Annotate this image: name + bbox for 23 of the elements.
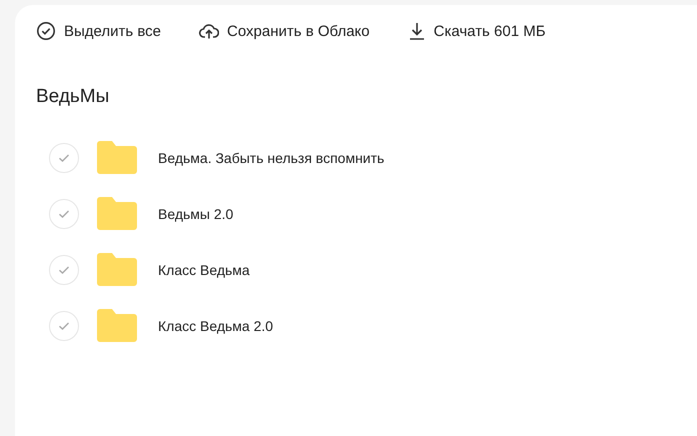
folder-name[interactable]: Класс Ведьма: [158, 262, 250, 278]
folder-name[interactable]: Ведьма. Забыть нельзя вспомнить: [158, 150, 384, 166]
folder-icon: [97, 141, 137, 174]
check-icon: [58, 320, 70, 330]
download-icon: [408, 21, 426, 41]
folder-name[interactable]: Класс Ведьма 2.0: [158, 318, 274, 334]
folder-icon: [97, 309, 137, 342]
folder-icon: [97, 253, 137, 286]
check-icon: [58, 208, 70, 218]
check-circle-icon: [36, 21, 56, 41]
checkbox[interactable]: [49, 198, 79, 228]
download-button[interactable]: Скачать 601 МБ: [408, 19, 546, 43]
checkbox[interactable]: [49, 254, 79, 284]
cloud-upload-icon: [199, 22, 220, 40]
folder-name[interactable]: Ведьмы 2.0: [158, 206, 234, 222]
check-icon: [58, 152, 70, 162]
check-icon: [58, 264, 70, 274]
checkbox[interactable]: [49, 142, 79, 172]
folder-icon: [97, 197, 137, 230]
checkbox[interactable]: [49, 310, 79, 340]
save-button[interactable]: Сохранить в Облако: [199, 20, 370, 42]
select-all-button[interactable]: Выделить все: [36, 19, 162, 43]
folder-title: ВедьМы: [36, 85, 110, 109]
